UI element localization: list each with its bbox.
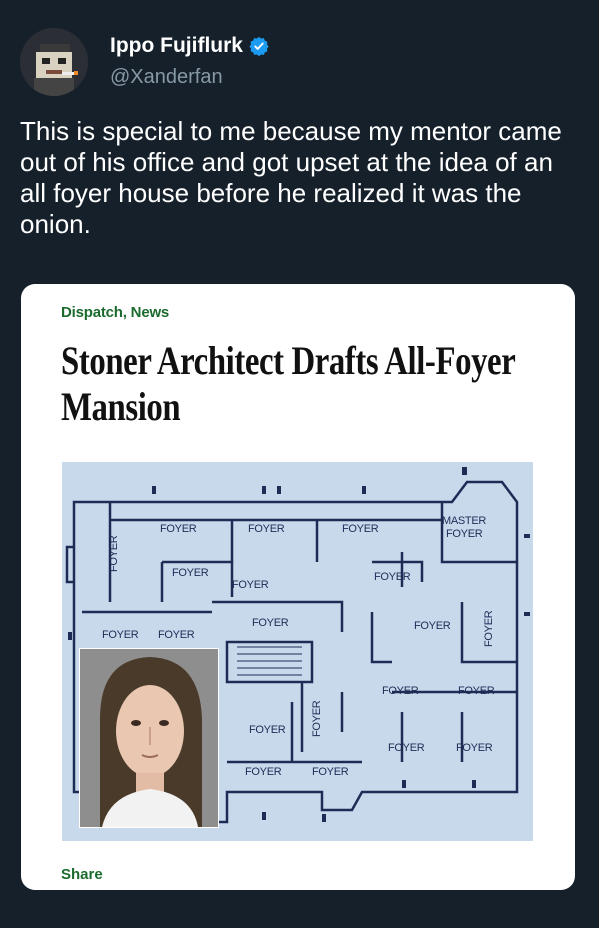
floorplan-label: FOYER (160, 523, 197, 535)
portrait-image (80, 649, 218, 827)
display-name[interactable]: Ippo Fujiflurk (110, 34, 243, 58)
article-card[interactable]: Dispatch, News Stoner Architect Drafts A… (21, 284, 575, 890)
article-category[interactable]: Dispatch, News (61, 304, 169, 321)
floorplan-image: FOYER FOYER FOYER MASTER FOYER FOYER FOY… (62, 462, 533, 841)
floorplan-label: FOYER (248, 523, 285, 535)
floorplan-label: FOYER (102, 629, 139, 641)
floorplan-label: FOYER (249, 724, 286, 736)
floorplan-label: FOYER (108, 535, 120, 572)
floorplan-label: FOYER (483, 610, 495, 647)
share-link[interactable]: Share (61, 866, 103, 883)
floorplan-label: MASTER (442, 515, 486, 527)
floorplan-label: FOYER (312, 766, 349, 778)
floorplan-label: FOYER (458, 685, 495, 697)
floorplan-label: FOYER (446, 528, 483, 540)
floorplan-label: FOYER (342, 523, 379, 535)
floorplan-label: FOYER (232, 579, 269, 591)
handle[interactable]: @Xanderfan (110, 66, 223, 89)
floorplan-label: FOYER (158, 629, 195, 641)
tweet-text: This is special to me because my mentor … (20, 116, 562, 239)
floorplan-label: FOYER (374, 571, 411, 583)
floorplan-label: FOYER (252, 617, 289, 629)
article-headline[interactable]: Stoner Architect Drafts All-Foyer Mansio… (61, 338, 537, 430)
mugshot-photo (79, 648, 219, 828)
floorplan-label: FOYER (414, 620, 451, 632)
floorplan-label: FOYER (382, 685, 419, 697)
floorplan-label: FOYER (456, 742, 493, 754)
floorplan-label: FOYER (245, 766, 282, 778)
verified-badge-icon (249, 36, 269, 56)
floorplan-label: FOYER (311, 700, 323, 737)
floorplan-label: FOYER (172, 567, 209, 579)
floorplan-label: FOYER (388, 742, 425, 754)
pixel-avatar-icon (20, 28, 88, 96)
name-row: Ippo Fujiflurk (110, 34, 269, 58)
avatar[interactable] (20, 28, 88, 96)
tweet-header: Ippo Fujiflurk @Xanderfan (20, 28, 580, 98)
